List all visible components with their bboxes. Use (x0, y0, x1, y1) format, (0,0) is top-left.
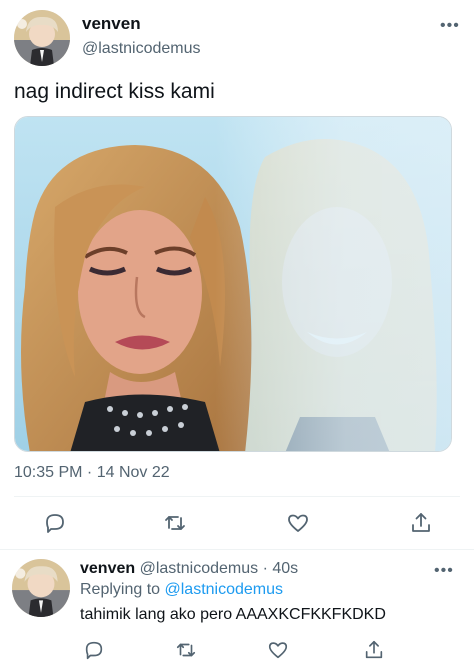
like-icon[interactable] (264, 636, 292, 664)
divider (14, 496, 460, 497)
author-handle[interactable]: @lastnicodemus (82, 40, 201, 58)
author-name[interactable]: venven (82, 14, 141, 34)
replying-to-line: Replying to @lastnicodemus (80, 581, 283, 599)
retweet-icon[interactable] (172, 636, 200, 664)
reply-header: venven @lastnicodemus · 40s (80, 560, 298, 578)
like-icon[interactable] (284, 509, 312, 537)
share-icon[interactable] (360, 636, 388, 664)
reply-icon[interactable] (41, 509, 69, 537)
reply-author-handle[interactable]: @lastnicodemus (140, 560, 259, 577)
tweet-timestamp[interactable]: 10:35 PM · 14 Nov 22 (14, 464, 170, 482)
replying-to-label: Replying to (80, 581, 161, 598)
reply-text: tahimik lang ako pero AAAXKCFKKFKDKD (80, 606, 386, 623)
reply-icon[interactable] (80, 636, 108, 664)
tweet-text: nag indirect kiss kami (14, 80, 215, 103)
share-icon[interactable] (407, 509, 435, 537)
divider (0, 549, 474, 550)
retweet-icon[interactable] (161, 509, 189, 537)
reply-time[interactable]: · 40s (263, 560, 299, 577)
replying-to-handle[interactable]: @lastnicodemus (165, 581, 284, 598)
author-avatar[interactable] (14, 10, 70, 66)
reply-author-name[interactable]: venven (80, 560, 135, 577)
reply-more-options-icon[interactable]: ••• (434, 563, 454, 579)
tweet-media-image[interactable] (14, 116, 452, 452)
more-options-icon[interactable]: ••• (440, 18, 460, 34)
reply-author-avatar[interactable] (12, 559, 70, 617)
